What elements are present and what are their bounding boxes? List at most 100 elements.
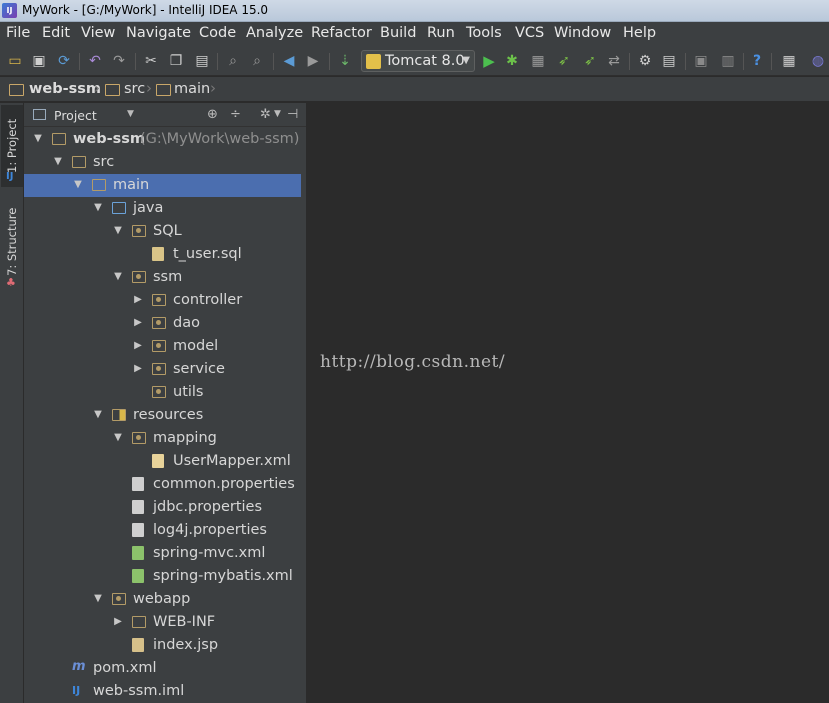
tree-item-jdbc-properties[interactable]: jdbc.properties (24, 496, 306, 519)
tree-item-src[interactable]: ▼ src (24, 151, 306, 174)
editor-area[interactable]: http://blog.csdn.net/ (308, 103, 829, 703)
attach-icon[interactable]: ➶ (581, 52, 599, 70)
panel-title[interactable]: Project (54, 108, 97, 123)
coverage-icon[interactable]: ▦ (529, 52, 547, 70)
menu-run[interactable]: Run (427, 25, 455, 41)
menu-vcs[interactable]: VCS (515, 25, 544, 41)
collapse-arrow-icon[interactable]: ▶ (132, 294, 144, 305)
tree-item-webapp[interactable]: ▼ webapp (24, 588, 306, 611)
collapse-all-icon[interactable]: ÷ (230, 107, 241, 122)
tree-item-controller[interactable]: ▶ controller (24, 289, 306, 312)
sync-icon[interactable]: ⟳ (55, 52, 73, 70)
menu-window[interactable]: Window (554, 25, 611, 41)
tree-item-common-properties[interactable]: common.properties (24, 473, 306, 496)
tree-item-mapping[interactable]: ▼ mapping (24, 427, 306, 450)
collapse-arrow-icon[interactable]: ▶ (132, 317, 144, 328)
expand-arrow-icon[interactable]: ▼ (92, 593, 104, 604)
menu-build[interactable]: Build (380, 25, 416, 41)
collapse-arrow-icon[interactable]: ▶ (112, 616, 124, 627)
menu-code[interactable]: Code (199, 25, 236, 41)
project-structure-icon[interactable]: ⚙ (636, 52, 654, 70)
breadcrumb-item-main[interactable]: main (174, 81, 210, 97)
tree-item-usermapper-xml[interactable]: UserMapper.xml (24, 450, 306, 473)
run-configuration-select[interactable]: Tomcat 8.0 ▼ (361, 50, 475, 72)
hide-icon[interactable]: ⊣ (287, 107, 298, 122)
module-folder-icon (52, 133, 66, 145)
menu-help[interactable]: Help (623, 25, 656, 41)
help-icon[interactable]: ? (748, 52, 766, 70)
tree-item-label: web-ssm.iml (93, 683, 185, 699)
menu-tools[interactable]: Tools (466, 25, 502, 41)
tree-item-index-jsp[interactable]: index.jsp (24, 634, 306, 657)
tree-item-web-inf[interactable]: ▶ WEB-INF (24, 611, 306, 634)
tree-item-web-ssm[interactable]: ▼ web-ssm (G:\MyWork\web-ssm) (24, 128, 306, 151)
profile-icon[interactable]: ➶ (555, 52, 573, 70)
forward-icon[interactable]: ▶ (304, 52, 322, 70)
tree-item-spring-mybatis-xml[interactable]: spring-mybatis.xml (24, 565, 306, 588)
expand-arrow-icon[interactable]: ▼ (112, 225, 124, 236)
make-icon[interactable]: ⇣ (336, 52, 354, 70)
debug-icon[interactable]: ✱ (503, 52, 521, 70)
tree-item-log4j-properties[interactable]: log4j.properties (24, 519, 306, 542)
gear-icon[interactable]: ✲ (260, 107, 271, 122)
tree-item-pom-xml[interactable]: m pom.xml (24, 657, 306, 680)
replace-icon[interactable]: ⌕ (248, 52, 266, 70)
tree-item-model[interactable]: ▶ model (24, 335, 306, 358)
open-folder-icon[interactable]: ▭ (6, 52, 24, 70)
sdk-icon[interactable]: ▤ (660, 52, 678, 70)
module-folder-icon (9, 84, 24, 96)
menu-file[interactable]: File (6, 25, 30, 41)
expand-arrow-icon[interactable]: ▼ (32, 133, 44, 144)
locate-icon[interactable]: ⊕ (207, 107, 218, 122)
run-configuration-label: Tomcat 8.0 (385, 53, 465, 69)
menu-navigate[interactable]: Navigate (126, 25, 191, 41)
menu-edit[interactable]: Edit (42, 25, 70, 41)
expand-arrow-icon[interactable]: ▼ (92, 202, 104, 213)
scrollbar[interactable] (301, 127, 306, 703)
expand-arrow-icon[interactable]: ▼ (72, 179, 84, 190)
tree-item-java[interactable]: ▼ java (24, 197, 306, 220)
redo-icon[interactable]: ↷ (110, 52, 128, 70)
undo-icon[interactable]: ↶ (86, 52, 104, 70)
tree-item-utils[interactable]: utils (24, 381, 306, 404)
find-icon[interactable]: ⌕ (224, 52, 242, 70)
update-icon[interactable]: ⇄ (605, 52, 623, 70)
expand-arrow-icon[interactable]: ▼ (112, 271, 124, 282)
tree-item-label: t_user.sql (173, 246, 242, 262)
collapse-arrow-icon[interactable]: ▶ (132, 363, 144, 374)
tree-item-sql[interactable]: ▼ SQL (24, 220, 306, 243)
tree-item-resources[interactable]: ▼ resources (24, 404, 306, 427)
tree-item-ssm[interactable]: ▼ ssm (24, 266, 306, 289)
run-icon[interactable]: ▶ (480, 52, 498, 70)
tree-item-service[interactable]: ▶ service (24, 358, 306, 381)
menu-view[interactable]: View (81, 25, 115, 41)
menu-analyze[interactable]: Analyze (246, 25, 303, 41)
tree-item-main[interactable]: ▼ main (24, 174, 306, 197)
tree-item-spring-mvc-xml[interactable]: spring-mvc.xml (24, 542, 306, 565)
android-icon[interactable]: ▣ (692, 52, 710, 70)
menu-refactor[interactable]: Refactor (311, 25, 372, 41)
folder-icon (132, 616, 146, 628)
breadcrumb-item-web-ssm[interactable]: web-ssm (29, 81, 101, 97)
project-panel: Project ▼ ⊕ ÷ ✲ ▼ ⊣ ▼ web-ssm (G:\MyWork\w… (24, 103, 307, 703)
tree-item-t-user-sql[interactable]: t_user.sql (24, 243, 306, 266)
save-icon[interactable]: ▣ (30, 52, 48, 70)
chevron-down-icon[interactable]: ▼ (127, 109, 134, 119)
expand-arrow-icon[interactable]: ▼ (112, 432, 124, 443)
tab-structure[interactable]: 7: Structure (1, 201, 23, 283)
expand-arrow-icon[interactable]: ▼ (92, 409, 104, 420)
paste-icon[interactable]: ▤ (193, 52, 211, 70)
plugin-icon[interactable]: ▦ (780, 52, 798, 70)
vcs-icon[interactable]: ▥ (719, 52, 737, 70)
tree-item-web-ssm-iml[interactable]: IJ web-ssm.iml (24, 680, 306, 703)
chevron-down-icon[interactable]: ▼ (274, 109, 281, 119)
globe-icon[interactable]: ◍ (809, 52, 827, 70)
cut-icon[interactable]: ✂ (142, 52, 160, 70)
tree-item-label: spring-mybatis.xml (153, 568, 293, 584)
copy-icon[interactable]: ❐ (167, 52, 185, 70)
expand-arrow-icon[interactable]: ▼ (52, 156, 64, 167)
back-icon[interactable]: ◀ (280, 52, 298, 70)
breadcrumb-item-src[interactable]: src (124, 81, 145, 97)
tree-item-dao[interactable]: ▶ dao (24, 312, 306, 335)
collapse-arrow-icon[interactable]: ▶ (132, 340, 144, 351)
